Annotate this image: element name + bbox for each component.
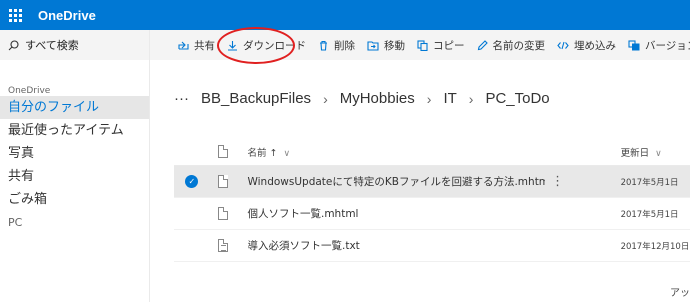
table-row[interactable]: 導入必須ソフト一覧.txt 2017年12月10日 xyxy=(174,230,690,262)
column-header-modified[interactable]: 更新日 ∨ xyxy=(621,145,690,159)
share-button[interactable]: 共有 xyxy=(172,30,221,60)
chevron-down-icon: ∨ xyxy=(655,148,662,159)
file-modified: 2017年5月1日 xyxy=(620,177,679,188)
file-name[interactable]: 導入必須ソフト一覧.txt xyxy=(247,238,545,253)
delete-button[interactable]: 削除 xyxy=(312,30,361,60)
breadcrumb: ··· BB_BackupFiles › MyHobbies › IT › PC… xyxy=(174,90,550,107)
truncated-footer-text: アッ xyxy=(670,288,690,299)
version-history-button[interactable]: バージョン履歴 xyxy=(622,30,690,60)
breadcrumb-item-pc-todo: PC_ToDo xyxy=(485,90,550,107)
copy-button[interactable]: コピー xyxy=(411,30,471,60)
chevron-right-icon: › xyxy=(426,90,432,107)
app-title[interactable]: OneDrive xyxy=(38,8,96,23)
chevron-right-icon: › xyxy=(323,90,328,107)
search-label: すべて検索 xyxy=(25,39,79,52)
file-name[interactable]: WindowsUpdateにて特定のKBファイルを回避する方法.mhtml xyxy=(247,174,545,189)
rename-button[interactable]: 名前の変更 xyxy=(471,30,552,60)
move-icon xyxy=(367,40,379,51)
list-header: 名前 ↑ ∨ 更新日 ∨ xyxy=(174,138,690,166)
table-row[interactable]: ✓ WindowsUpdateにて特定のKBファイルを回避する方法.mhtml … xyxy=(174,166,690,198)
embed-button[interactable]: 埋め込み xyxy=(551,30,622,60)
more-options-icon[interactable]: ⋮ xyxy=(545,174,620,189)
nav-item-photos[interactable]: 写真 xyxy=(0,142,149,165)
nav-item-shared[interactable]: 共有 xyxy=(0,165,149,188)
share-icon xyxy=(178,40,189,51)
breadcrumb-item-it[interactable]: IT xyxy=(443,90,456,107)
share-label: 共有 xyxy=(194,39,215,52)
move-label: 移動 xyxy=(384,39,405,52)
search-icon xyxy=(8,39,19,50)
breadcrumb-item-myhobbies[interactable]: MyHobbies xyxy=(340,90,415,107)
rename-icon xyxy=(477,39,488,51)
delete-icon xyxy=(318,40,329,51)
file-modified: 2017年5月1日 xyxy=(620,209,679,220)
text-file-icon xyxy=(217,239,228,252)
chevron-right-icon: › xyxy=(468,90,474,107)
column-header-name[interactable]: 名前 ↑ ∨ xyxy=(247,145,545,159)
check-icon[interactable]: ✓ xyxy=(185,175,199,188)
breadcrumb-item-bb-backupfiles[interactable]: BB_BackupFiles xyxy=(201,90,311,107)
file-icon xyxy=(217,207,228,220)
nav-owner-label: OneDrive xyxy=(8,86,51,96)
file-type-header-icon[interactable] xyxy=(217,145,228,158)
nav-item-recent[interactable]: 最近使ったアイテム xyxy=(0,119,149,142)
nav-item-my-files[interactable]: 自分のファイル xyxy=(0,96,149,119)
delete-label: 削除 xyxy=(334,39,355,52)
file-icon xyxy=(217,175,228,188)
file-name[interactable]: 個人ソフト一覧.mhtml xyxy=(247,206,545,221)
table-row[interactable]: 個人ソフト一覧.mhtml 2017年5月1日 xyxy=(174,198,690,230)
annotation-circle xyxy=(217,27,295,64)
embed-icon xyxy=(557,40,569,51)
search-box[interactable]: すべて検索 xyxy=(0,30,149,60)
file-modified: 2017年12月10日 xyxy=(620,241,690,252)
left-nav: すべて検索 OneDrive 自分のファイル 最近使ったアイテム 写真 共有 ご… xyxy=(0,30,150,302)
app-launcher-icon[interactable] xyxy=(0,0,30,30)
nav-item-pc[interactable]: PC xyxy=(0,211,149,234)
embed-label: 埋め込み xyxy=(574,39,616,52)
move-button[interactable]: 移動 xyxy=(361,30,411,60)
suite-bar: OneDrive xyxy=(0,0,690,30)
copy-label: コピー xyxy=(433,39,465,52)
breadcrumb-overflow[interactable]: ··· xyxy=(174,90,189,107)
file-list: 名前 ↑ ∨ 更新日 ∨ ✓ WindowsUpdateにて特定のKBファイルを回避… xyxy=(174,138,690,262)
version-history-label: バージョン履歴 xyxy=(645,39,690,52)
nav-item-recycle-bin[interactable]: ごみ箱 xyxy=(0,188,149,211)
rename-label: 名前の変更 xyxy=(492,39,546,52)
chevron-down-icon: ∨ xyxy=(283,148,291,159)
version-history-icon xyxy=(628,39,640,51)
copy-icon xyxy=(417,39,428,51)
